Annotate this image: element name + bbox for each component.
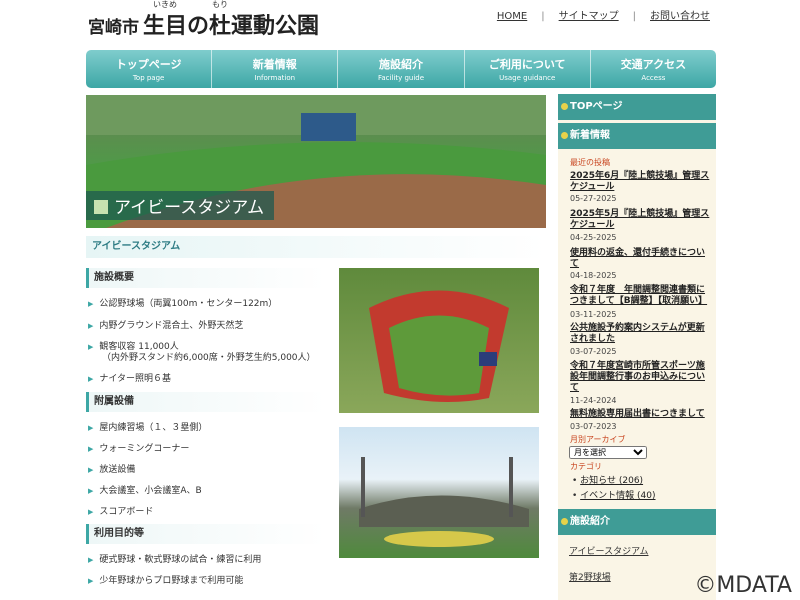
overview-item: ▶ ナイター照明６基 — [88, 374, 172, 384]
site-title-mori: 杜 — [209, 14, 232, 39]
sidebar-top-page[interactable]: TOPページ — [558, 94, 716, 120]
nav-facility-guide[interactable]: 施設紹介 Facility guide — [338, 50, 465, 88]
site-title[interactable]: 宮崎市 いきめ生目の もり杜運動公園 — [88, 0, 320, 40]
news-item-date: 11-24-2024 — [570, 396, 617, 405]
category-label: カテゴリ — [570, 462, 602, 471]
bullet-icon: • — [572, 476, 581, 486]
category-item: • イベント情報 (40) — [572, 488, 656, 501]
news-item-date: 04-18-2025 — [570, 271, 617, 280]
sitemap-link[interactable]: サイトマップ — [559, 11, 619, 22]
equipment-item: ▶ 屋内練習場（１、３塁側） — [88, 423, 208, 433]
category-news-link[interactable]: お知らせ (206) — [580, 476, 643, 486]
overview-item: ▶ 公認野球場（両翼100m・センター122m） — [88, 299, 278, 309]
bullet-icon: ▶ — [88, 300, 94, 308]
news-item-title[interactable]: 令和７年度 年間調整閲連書類につきまして【B調整】【取消願い】 — [570, 285, 712, 307]
page-title: アイビースタジアム — [86, 236, 546, 258]
archive-month-select[interactable]: 月を選択 — [569, 446, 647, 459]
aerial-stadium-illustration — [369, 290, 509, 402]
site-header: 宮崎市 いきめ生目の もり杜運動公園 HOME | サイトマップ | お問い合わせ — [0, 0, 800, 48]
bullet-icon: ▶ — [88, 577, 94, 585]
news-item-date: 04-25-2025 — [570, 233, 617, 242]
usage-item: ▶ 硬式野球・軟式野球の試合・練習に利用 — [88, 555, 262, 565]
site-title-city: 宮崎市 — [88, 18, 139, 38]
equipment-item: ▶ スコアボード — [88, 507, 154, 517]
section-heading-equipment: 附属設備 — [86, 392, 326, 412]
equipment-item: ▶ 放送設備 — [88, 465, 136, 475]
overview-item: ▶ 内野グラウンド混合土、外野天然芝 — [88, 321, 244, 331]
news-item-title[interactable]: 2025年6月『陸上競技場』管理スケジュール — [570, 171, 712, 193]
facility-link-ivy-stadium[interactable]: アイビースタジアム — [569, 544, 648, 557]
recent-posts-label: 最近の投稿 — [570, 158, 610, 167]
category-item: • お知らせ (206) — [572, 473, 643, 486]
ruby-ikime: いきめ — [153, 0, 177, 9]
bullet-circle-icon — [561, 103, 568, 110]
section-heading-overview: 施設概要 — [86, 268, 326, 288]
stadium-exterior-illustration — [359, 457, 529, 547]
copyright-watermark: ©MDATA — [694, 573, 792, 598]
news-item-date: 03-07-2023 — [570, 422, 617, 431]
bullet-icon: ▶ — [88, 487, 94, 495]
news-item-date: 05-27-2025 — [570, 194, 617, 203]
stadium-exterior-photo — [339, 427, 539, 558]
news-item-date: 03-11-2025 — [570, 310, 617, 319]
ruby-mori: もり — [212, 0, 229, 9]
contact-link[interactable]: お問い合わせ — [650, 11, 710, 22]
nav-information[interactable]: 新着情報 Information — [212, 50, 339, 88]
nav-usage-guidance[interactable]: ご利用について Usage guidance — [465, 50, 591, 88]
bullet-icon: ▶ — [88, 445, 94, 453]
equipment-item: ▶ 大会議室、小会議室A、B — [88, 486, 202, 496]
bullet-icon: ▶ — [88, 424, 94, 432]
top-links: HOME | サイトマップ | お問い合わせ — [496, 11, 710, 22]
facility-link-second-baseball-field[interactable]: 第2野球場 — [569, 570, 611, 583]
usage-item: ▶ 少年野球からプロ野球まで利用可能 — [88, 576, 244, 586]
section-heading-usage: 利用目的等 — [86, 524, 326, 544]
nav-access[interactable]: 交通アクセス Access — [591, 50, 716, 88]
site-title-park: 運動公園 — [231, 14, 320, 39]
news-item-title[interactable]: 使用料の返金、還付手続きについて — [570, 248, 712, 270]
home-link[interactable]: HOME — [497, 11, 527, 22]
site-title-ikime: 生目 — [143, 14, 188, 39]
nav-top-page[interactable]: トップページ Top page — [86, 50, 213, 88]
bullet-circle-icon — [561, 518, 568, 525]
bullet-icon: ▶ — [88, 466, 94, 474]
hero-image: アイビースタジアム — [86, 95, 546, 228]
bullet-icon: ▶ — [88, 508, 94, 516]
site-title-no: の — [187, 14, 210, 39]
news-item-date: 03-07-2025 — [570, 347, 617, 356]
archive-label: 月別アーカイブ — [570, 435, 626, 444]
equipment-item: ▶ ウォーミングコーナー — [88, 444, 190, 454]
news-item-title[interactable]: 公共施設予約案内システムが更新されました — [570, 323, 712, 345]
stadium-aerial-photo — [339, 268, 539, 413]
bullet-circle-icon — [561, 132, 568, 139]
bullet-icon: ▶ — [88, 322, 94, 330]
category-event-link[interactable]: イベント情報 (40) — [580, 491, 655, 501]
news-item-title[interactable]: 令和７年度宮崎市所管スポーツ施設年間調整行事のお申込みについて — [570, 361, 712, 394]
news-item-title[interactable]: 無料施設専用届出書につきまして — [570, 409, 712, 420]
bullet-icon: ▶ — [88, 343, 94, 351]
sidebar-facility-heading[interactable]: 施設紹介 — [558, 509, 716, 535]
overview-item-note: （内外野スタンド約6,000席・外野芝生約5,000人） — [102, 353, 316, 363]
hero-caption: アイビースタジアム — [86, 191, 275, 220]
caption-mark-icon — [94, 200, 108, 214]
global-nav: トップページ Top page 新着情報 Information 施設紹介 Facil… — [86, 50, 716, 88]
news-item-title[interactable]: 2025年5月『陸上競技場』管理スケジュール — [570, 209, 712, 231]
bullet-icon: ▶ — [88, 375, 94, 383]
sidebar-news-heading: 新着情報 — [558, 123, 716, 149]
bullet-icon: • — [572, 491, 581, 501]
bullet-icon: ▶ — [88, 556, 94, 564]
